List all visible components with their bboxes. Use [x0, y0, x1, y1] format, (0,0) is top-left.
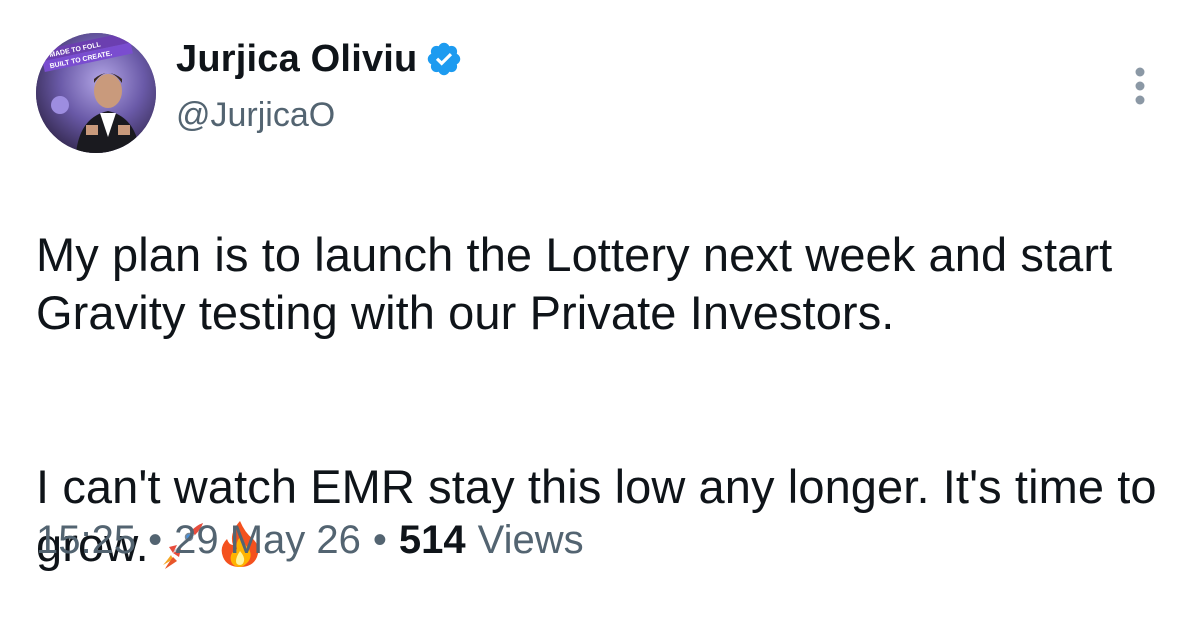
tweet-paragraph-1: My plan is to launch the Lottery next we…	[36, 228, 1113, 339]
avatar-image: MADE TO FOLL BUILT TO CREATE.	[36, 33, 156, 153]
author-handle[interactable]: @JurjicaO	[176, 96, 463, 135]
tweet-meta: 15:25 • 29 May 26 • 514 Views	[36, 518, 584, 563]
more-options-button[interactable]	[1120, 62, 1160, 114]
more-vertical-icon	[1135, 67, 1145, 105]
tweet-date[interactable]: 29 May 26	[174, 518, 361, 563]
display-name[interactable]: Jurjica Oliviu	[176, 38, 417, 81]
meta-separator: •	[148, 518, 163, 562]
verified-badge-icon	[425, 40, 463, 78]
views-label[interactable]: Views	[478, 518, 584, 563]
tweet-time[interactable]: 15:25	[36, 518, 136, 563]
avatar[interactable]: MADE TO FOLL BUILT TO CREATE.	[36, 33, 156, 153]
name-row: Jurjica Oliviu	[176, 36, 463, 82]
tweet-card: MADE TO FOLL BUILT TO CREATE. Jurjica Ol…	[0, 0, 1200, 623]
meta-separator: •	[372, 518, 387, 562]
views-count[interactable]: 514	[399, 518, 466, 563]
author-header: Jurjica Oliviu @JurjicaO	[176, 36, 463, 135]
